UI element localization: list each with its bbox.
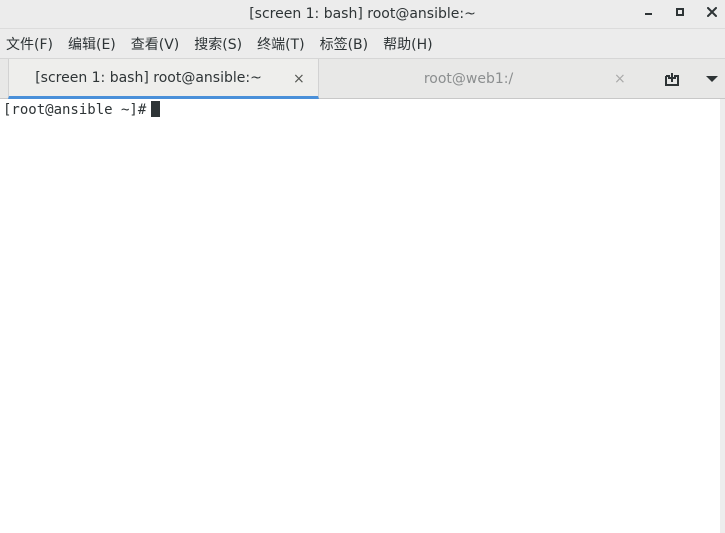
tab-close-icon[interactable]: ×	[293, 70, 305, 88]
close-button[interactable]	[701, 0, 723, 24]
menu-view[interactable]: 查看(V)	[131, 34, 180, 54]
close-icon	[707, 7, 717, 17]
maximize-button[interactable]	[669, 0, 691, 24]
menu-terminal[interactable]: 终端(T)	[257, 34, 304, 54]
menu-file[interactable]: 文件(F)	[6, 34, 53, 54]
tab-label: [screen 1: bash] root@ansible:~	[35, 69, 262, 86]
menu-bar: 文件(F) 编辑(E) 查看(V) 搜索(S) 终端(T) 标签(B) 帮助(H…	[0, 28, 725, 58]
new-tab-icon	[665, 73, 679, 86]
scrollbar[interactable]	[720, 99, 725, 533]
terminal-area[interactable]: [root@ansible ~]#	[0, 99, 720, 533]
shell-prompt: [root@ansible ~]#	[3, 102, 147, 118]
menu-search[interactable]: 搜索(S)	[194, 34, 242, 54]
tab-screen-ansible[interactable]: [screen 1: bash] root@ansible:~ ×	[8, 59, 319, 99]
tab-menu-button[interactable]	[702, 68, 722, 90]
minimize-icon	[644, 13, 652, 15]
terminal-prompt-line: [root@ansible ~]#	[3, 101, 161, 118]
title-bar[interactable]: [screen 1: bash] root@ansible:~	[0, 0, 725, 28]
new-tab-button[interactable]	[661, 68, 683, 90]
tab-bar: [screen 1: bash] root@ansible:~ × root@w…	[0, 58, 725, 99]
menu-tabs[interactable]: 标签(B)	[320, 34, 369, 54]
tab-label: root@web1:/	[423, 71, 514, 87]
text-cursor	[151, 101, 161, 117]
minimize-button[interactable]	[637, 0, 659, 24]
chevron-down-icon	[706, 76, 718, 82]
tab-web1[interactable]: root@web1:/ ×	[322, 59, 640, 99]
maximize-icon	[676, 8, 684, 16]
menu-help[interactable]: 帮助(H)	[383, 34, 432, 54]
terminal-window: [screen 1: bash] root@ansible:~ 文件(F) 编辑…	[0, 0, 725, 533]
window-title: [screen 1: bash] root@ansible:~	[249, 6, 476, 22]
tab-close-icon[interactable]: ×	[614, 70, 626, 88]
menu-edit[interactable]: 编辑(E)	[68, 34, 116, 54]
